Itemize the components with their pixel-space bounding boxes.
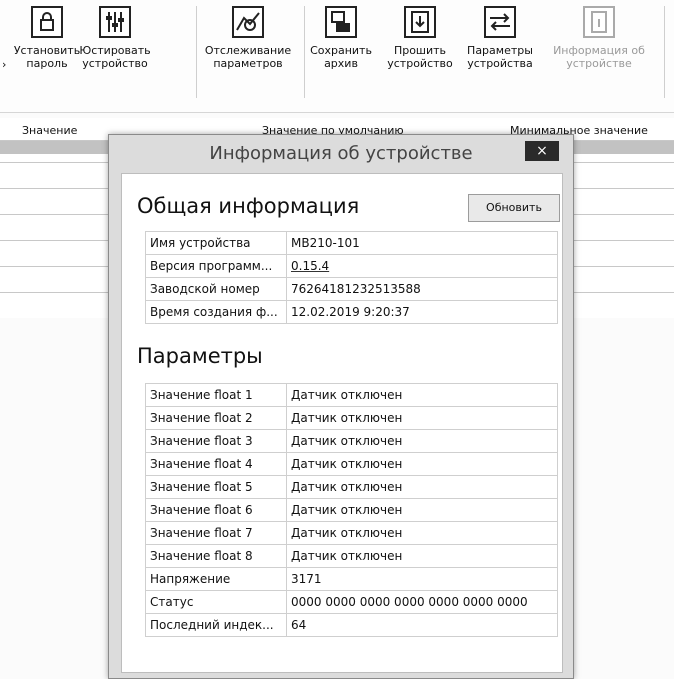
param-value: Датчик отключен — [286, 544, 558, 568]
table-row: Версия программ... 0.15.4 — [145, 254, 558, 278]
table-row: Заводской номер 76264181232513588 — [145, 277, 558, 301]
device-info-label-1: Информация об — [553, 44, 645, 57]
info-value: 12.02.2019 9:20:37 — [286, 300, 558, 324]
param-value: 3171 — [286, 567, 558, 591]
flash-device-button[interactable]: Прошить устройство — [382, 6, 458, 106]
param-key: Значение float 3 — [145, 429, 287, 453]
param-key: Значение float 2 — [145, 406, 287, 430]
calibrate-device-button[interactable]: Юстировать устройство — [78, 6, 152, 106]
param-value: Датчик отключен — [286, 475, 558, 499]
toolbar-separator — [304, 6, 305, 98]
table-row: Напряжение 3171 — [145, 567, 558, 591]
parameters-title: Параметры — [137, 344, 263, 368]
param-value: Датчик отключен — [286, 521, 558, 545]
param-key: Значение float 4 — [145, 452, 287, 476]
device-params-label-1: Параметры — [467, 44, 533, 57]
info-value: 0.15.4 — [286, 254, 558, 278]
save-archive-button[interactable]: Сохранить архив — [306, 6, 376, 106]
refresh-button[interactable]: Обновить — [468, 194, 560, 222]
param-key: Значение float 7 — [145, 521, 287, 545]
info-key: Заводской номер — [145, 277, 287, 301]
param-key: Напряжение — [145, 567, 287, 591]
param-value: Датчик отключен — [286, 498, 558, 522]
info-key: Имя устройства — [145, 231, 287, 255]
toolbar: › Установить пароль Юстировать устройств… — [0, 0, 674, 113]
parameters-table: Значение float 1 Датчик отключен Значение… — [145, 383, 558, 637]
toolbar-separator — [664, 6, 665, 98]
info-value: МВ210-101 — [286, 231, 558, 255]
chart-tracking-icon — [232, 6, 264, 38]
table-row: Последний индек... 64 — [145, 613, 558, 637]
table-row: Статус 0000 0000 0000 0000 0000 0000 0000 — [145, 590, 558, 614]
param-key: Значение float 8 — [145, 544, 287, 568]
table-row: Значение float 2 Датчик отключен — [145, 406, 558, 430]
device-parameters-button[interactable]: Параметры устройства — [462, 6, 538, 106]
device-params-label-2: устройства — [467, 57, 533, 70]
table-row: Имя устройства МВ210-101 — [145, 231, 558, 255]
save-archive-label-2: архив — [324, 57, 358, 70]
track-parameters-button[interactable]: Отслеживание параметров — [196, 6, 300, 106]
calibrate-label-1: Юстировать — [79, 44, 151, 57]
device-params-icon — [484, 6, 516, 38]
device-info-dialog: Информация об устройстве × Общая информа… — [108, 134, 574, 679]
lock-icon — [31, 6, 63, 38]
sliders-icon — [99, 6, 131, 38]
info-key: Время создания ф... — [145, 300, 287, 324]
close-icon[interactable]: × — [525, 141, 559, 161]
toolbar-overflow-marker: › — [2, 58, 7, 71]
table-row: Значение float 4 Датчик отключен — [145, 452, 558, 476]
param-key: Значение float 1 — [145, 383, 287, 407]
param-value: Датчик отключен — [286, 452, 558, 476]
set-password-label-2: пароль — [26, 57, 68, 70]
save-archive-icon — [325, 6, 357, 38]
device-info-button[interactable]: Информация об устройстве — [548, 6, 650, 106]
param-value: 0000 0000 0000 0000 0000 0000 0000 — [286, 590, 558, 614]
table-row: Значение float 8 Датчик отключен — [145, 544, 558, 568]
table-row: Время создания ф... 12.02.2019 9:20:37 — [145, 300, 558, 324]
set-password-button[interactable]: Установить пароль — [12, 6, 82, 106]
param-key: Значение float 5 — [145, 475, 287, 499]
info-key: Версия программ... — [145, 254, 287, 278]
info-value: 76264181232513588 — [286, 277, 558, 301]
param-value: 64 — [286, 613, 558, 637]
general-info-title: Общая информация — [137, 194, 360, 218]
table-row: Значение float 7 Датчик отключен — [145, 521, 558, 545]
table-row: Значение float 6 Датчик отключен — [145, 498, 558, 522]
flash-label-1: Прошить — [393, 44, 447, 57]
param-value: Датчик отключен — [286, 406, 558, 430]
save-archive-label-1: Сохранить — [310, 44, 372, 57]
dialog-body: Общая информация Обновить Имя устройства… — [121, 173, 563, 673]
param-value: Датчик отключен — [286, 429, 558, 453]
param-key: Значение float 6 — [145, 498, 287, 522]
dialog-title: Информация об устройстве — [209, 143, 473, 164]
track-label-2: параметров — [213, 57, 283, 70]
table-row: Значение float 1 Датчик отключен — [145, 383, 558, 407]
calibrate-label-2: устройство — [82, 57, 148, 70]
table-row: Значение float 3 Датчик отключен — [145, 429, 558, 453]
device-info-label-2: устройстве — [566, 57, 632, 70]
general-info-table: Имя устройства МВ210-101 Версия программ… — [145, 231, 558, 324]
track-label-1: Отслеживание — [204, 44, 292, 57]
param-key: Последний индек... — [145, 613, 287, 637]
device-info-icon — [583, 6, 615, 38]
param-key: Статус — [145, 590, 287, 614]
firmware-icon — [404, 6, 436, 38]
set-password-label-1: Установить — [13, 44, 81, 57]
param-value: Датчик отключен — [286, 383, 558, 407]
flash-label-2: устройство — [387, 57, 453, 70]
column-header-value[interactable]: Значение — [22, 124, 77, 137]
table-row: Значение float 5 Датчик отключен — [145, 475, 558, 499]
